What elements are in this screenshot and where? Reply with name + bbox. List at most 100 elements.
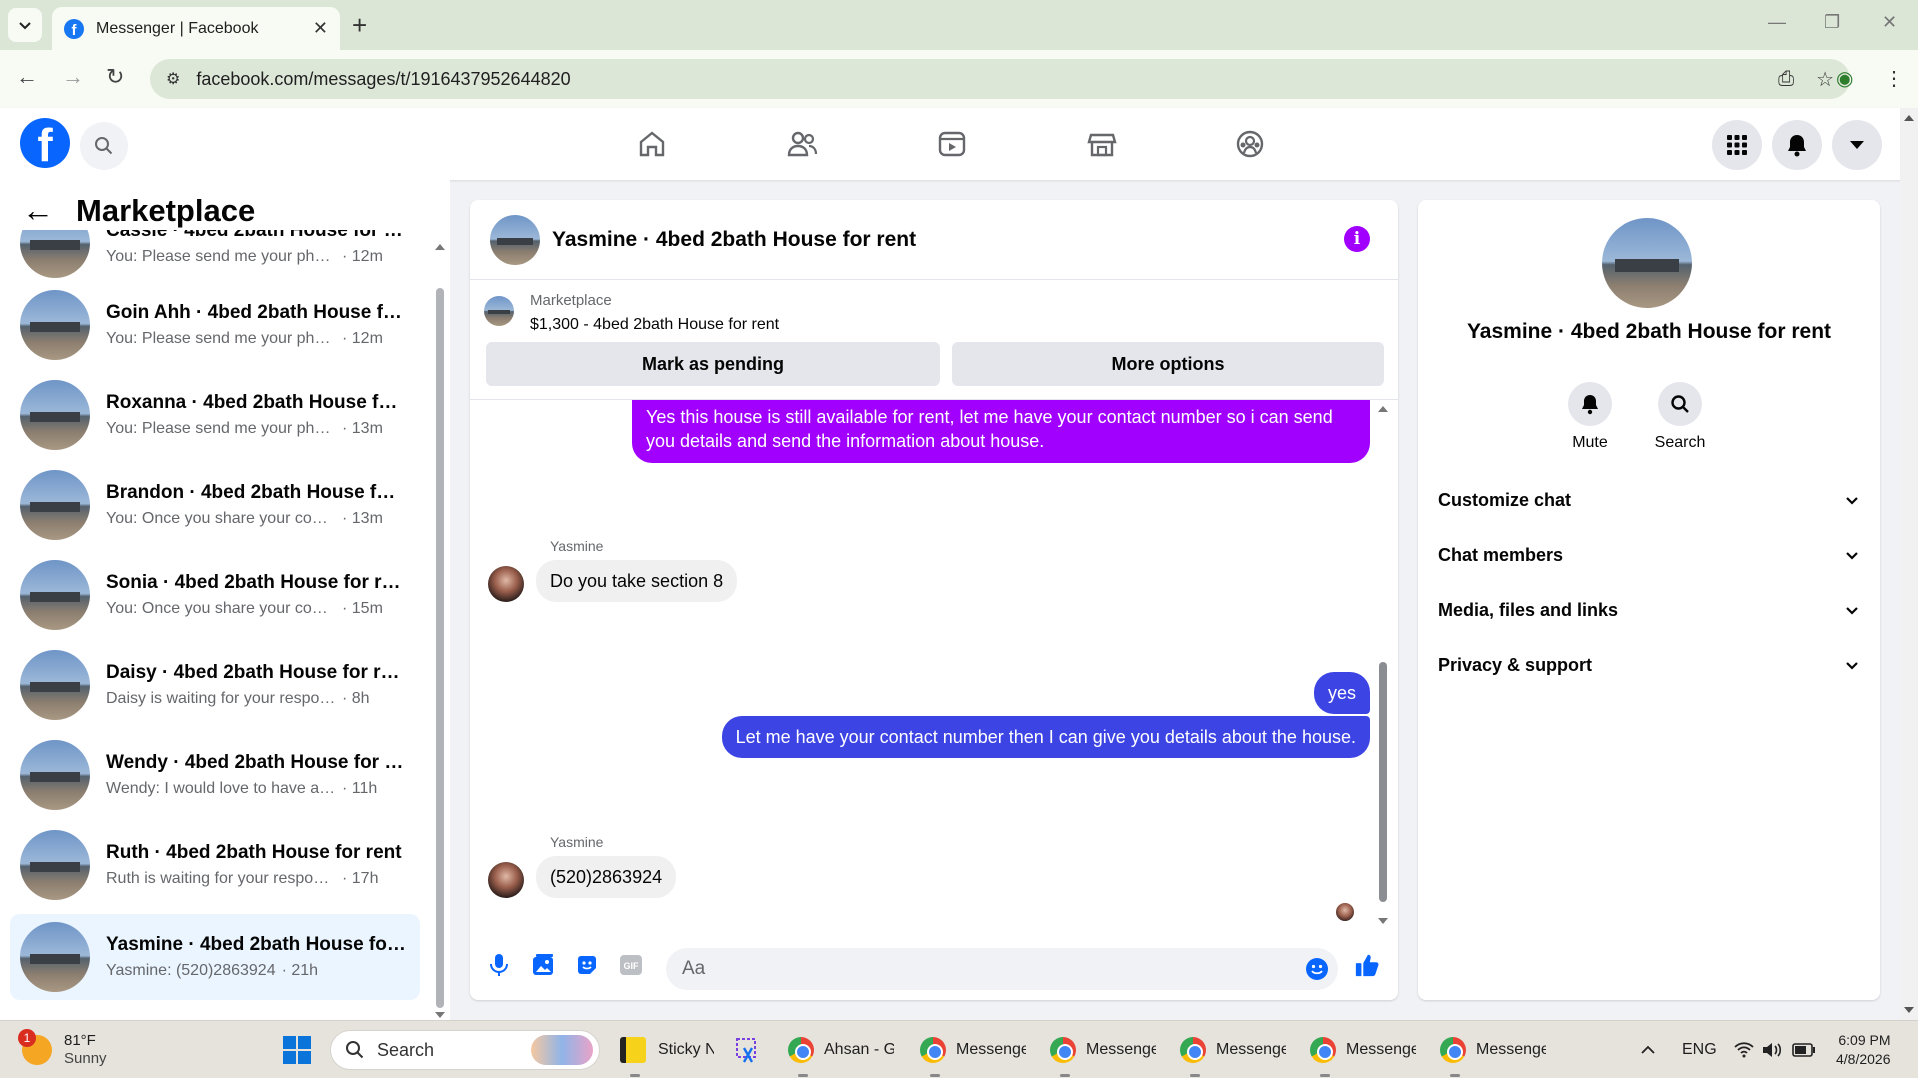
- taskbar-app-chrome[interactable]: Messenge: [1050, 1021, 1156, 1078]
- notifications-button[interactable]: [1772, 120, 1822, 170]
- close-tab-icon[interactable]: ✕: [313, 18, 328, 39]
- system-clock[interactable]: 6:09 PM 4/8/2026: [1836, 1021, 1891, 1078]
- sticker-icon[interactable]: [574, 952, 600, 978]
- account-menu-button[interactable]: [1832, 120, 1882, 170]
- back-icon[interactable]: ←: [16, 64, 38, 90]
- scroll-down-icon[interactable]: [1900, 1004, 1918, 1016]
- bookmark-star-icon[interactable]: ☆: [1816, 67, 1834, 92]
- thumbs-up-icon[interactable]: [1354, 952, 1380, 978]
- conversation-item[interactable]: Daisy · 4bed 2bath House for rent Daisy i…: [10, 644, 420, 726]
- groups-nav-icon[interactable]: [1230, 124, 1270, 164]
- close-window-icon[interactable]: ✕: [1882, 12, 1897, 33]
- taskbar-app-chrome[interactable]: Messenge: [1440, 1021, 1546, 1078]
- incoming-message[interactable]: Do you take section 8: [536, 560, 738, 603]
- facebook-logo-icon[interactable]: f: [20, 118, 70, 168]
- scroll-down-icon[interactable]: [1376, 916, 1390, 926]
- gif-icon[interactable]: GIF: [618, 952, 644, 978]
- scroll-up-icon[interactable]: [1900, 112, 1918, 124]
- new-tab-icon[interactable]: +: [352, 10, 367, 41]
- url-text[interactable]: facebook.com/messages/t/1916437952644820: [196, 69, 1756, 90]
- restore-icon[interactable]: ❐: [1824, 12, 1840, 33]
- input-language[interactable]: ENG: [1682, 1021, 1717, 1078]
- conversation-preview: Wendy: I would love to have a vie...: [106, 780, 336, 797]
- taskbar-app-chrome[interactable]: Messenge: [1180, 1021, 1286, 1078]
- outgoing-message[interactable]: Let me have your contact number then I c…: [721, 716, 1370, 759]
- tab-search-dropdown[interactable]: [8, 8, 42, 42]
- outgoing-message[interactable]: yes: [1313, 672, 1370, 715]
- privacy-support-section[interactable]: Privacy & support: [1438, 655, 1858, 676]
- show-hidden-icons[interactable]: [1640, 1021, 1656, 1078]
- conversation-item[interactable]: Ruth · 4bed 2bath House for rent Ruth is …: [10, 824, 420, 906]
- chat-title[interactable]: Yasmine · 4bed 2bath House for rent: [552, 228, 916, 252]
- sender-avatar[interactable]: [488, 862, 524, 898]
- network-icon[interactable]: [1734, 1021, 1754, 1078]
- contact-avatar[interactable]: [1602, 218, 1692, 308]
- chat-scroll-thumb[interactable]: [1379, 662, 1387, 902]
- conversation-item[interactable]: Wendy · 4bed 2bath House for r... Wendy: …: [10, 734, 420, 816]
- mute-button[interactable]: Mute: [1550, 382, 1630, 452]
- search-label: Search: [1654, 434, 1706, 451]
- friends-nav-icon[interactable]: [782, 124, 822, 164]
- conversation-list: Cassie · 4bed 2bath House for re... You: …: [0, 230, 430, 1020]
- listing-thumbnail[interactable]: [484, 296, 514, 326]
- facebook-search-button[interactable]: [80, 122, 128, 170]
- photo-icon[interactable]: [530, 952, 556, 978]
- sidebar-scroll-thumb[interactable]: [436, 288, 444, 1008]
- conversation-item[interactable]: Roxanna · 4bed 2bath House for... You: Pl…: [10, 374, 420, 456]
- minimize-icon[interactable]: —: [1768, 12, 1786, 33]
- chat-members-section[interactable]: Chat members: [1438, 545, 1858, 566]
- reload-icon[interactable]: ↻: [106, 64, 124, 90]
- taskbar-app-sticky-notes[interactable]: Sticky N: [620, 1021, 714, 1078]
- taskbar-search[interactable]: Search: [330, 1030, 600, 1070]
- battery-icon[interactable]: [1792, 1021, 1816, 1078]
- sender-avatar[interactable]: [488, 566, 524, 602]
- weather-widget[interactable]: 1 81°F Sunny: [18, 1021, 107, 1078]
- scroll-up-icon[interactable]: [1376, 404, 1390, 414]
- conversation-item[interactable]: Goin Ahh · 4bed 2bath House fo... You: Pl…: [10, 284, 420, 366]
- chat-scrollbar[interactable]: [1376, 400, 1390, 930]
- conversation-item[interactable]: Brandon · 4bed 2bath House for... You: On…: [10, 464, 420, 546]
- profile-icon[interactable]: ◉: [1836, 66, 1853, 91]
- home-nav-icon[interactable]: [632, 124, 672, 164]
- incoming-message[interactable]: (520)2863924: [536, 856, 677, 899]
- outgoing-message[interactable]: Yes this house is still available for re…: [632, 400, 1370, 463]
- conversation-name: Sonia · 4bed 2bath House for rent: [106, 572, 406, 593]
- address-bar[interactable]: ⚙ facebook.com/messages/t/19164379526448…: [150, 59, 1850, 99]
- marketplace-nav-icon[interactable]: [1082, 124, 1122, 164]
- browser-tab-messenger[interactable]: f Messenger | Facebook ✕: [52, 7, 340, 50]
- scroll-down-icon[interactable]: [434, 1010, 446, 1020]
- taskbar-app-chrome[interactable]: Messenge: [1310, 1021, 1416, 1078]
- clock-date: 4/8/2026: [1836, 1051, 1891, 1067]
- back-arrow-icon[interactable]: ←: [22, 192, 54, 229]
- sidebar-scrollbar[interactable]: [434, 240, 446, 1020]
- customize-chat-section[interactable]: Customize chat: [1438, 490, 1858, 511]
- conversation-item-active[interactable]: Yasmine · 4bed 2bath House for ... Yasmin…: [10, 914, 420, 1000]
- site-info-icon[interactable]: ⚙: [166, 69, 180, 89]
- install-app-icon[interactable]: ⎙: [1778, 68, 1794, 91]
- volume-icon[interactable]: [1762, 1021, 1784, 1078]
- video-nav-icon[interactable]: [932, 124, 972, 164]
- browser-menu-icon[interactable]: ⋮: [1884, 66, 1904, 91]
- message-input[interactable]: Aa: [666, 948, 1338, 990]
- chat-avatar[interactable]: [490, 214, 540, 265]
- microphone-icon[interactable]: [486, 952, 512, 978]
- emoji-icon[interactable]: [1304, 956, 1330, 982]
- info-icon[interactable]: i: [1344, 226, 1370, 252]
- conversation-item[interactable]: Cassie · 4bed 2bath House for re... You: …: [10, 230, 420, 284]
- media-files-links-section[interactable]: Media, files and links: [1438, 600, 1858, 621]
- scroll-up-icon[interactable]: [434, 242, 446, 252]
- start-button[interactable]: [282, 1021, 312, 1078]
- more-options-button[interactable]: More options: [952, 342, 1384, 386]
- taskbar-app-snipping-tool[interactable]: [734, 1021, 762, 1078]
- listing-price[interactable]: $1,300 - 4bed 2bath House for rent: [530, 316, 779, 334]
- mark-as-pending-button[interactable]: Mark as pending: [486, 342, 940, 386]
- search-in-chat-button[interactable]: Search: [1640, 382, 1720, 452]
- page-scrollbar[interactable]: [1900, 108, 1918, 1020]
- taskbar-app-chrome[interactable]: Ahsan - G: [788, 1021, 894, 1078]
- conversation-item[interactable]: Sonia · 4bed 2bath House for rent You: On…: [10, 554, 420, 636]
- conversation-sidebar: ← Marketplace Cassie · 4bed 2bath House …: [0, 180, 450, 1020]
- forward-icon[interactable]: →: [62, 64, 84, 90]
- running-indicator: [798, 1074, 808, 1077]
- menu-grid-button[interactable]: [1712, 120, 1762, 170]
- taskbar-app-chrome[interactable]: Messenge: [920, 1021, 1026, 1078]
